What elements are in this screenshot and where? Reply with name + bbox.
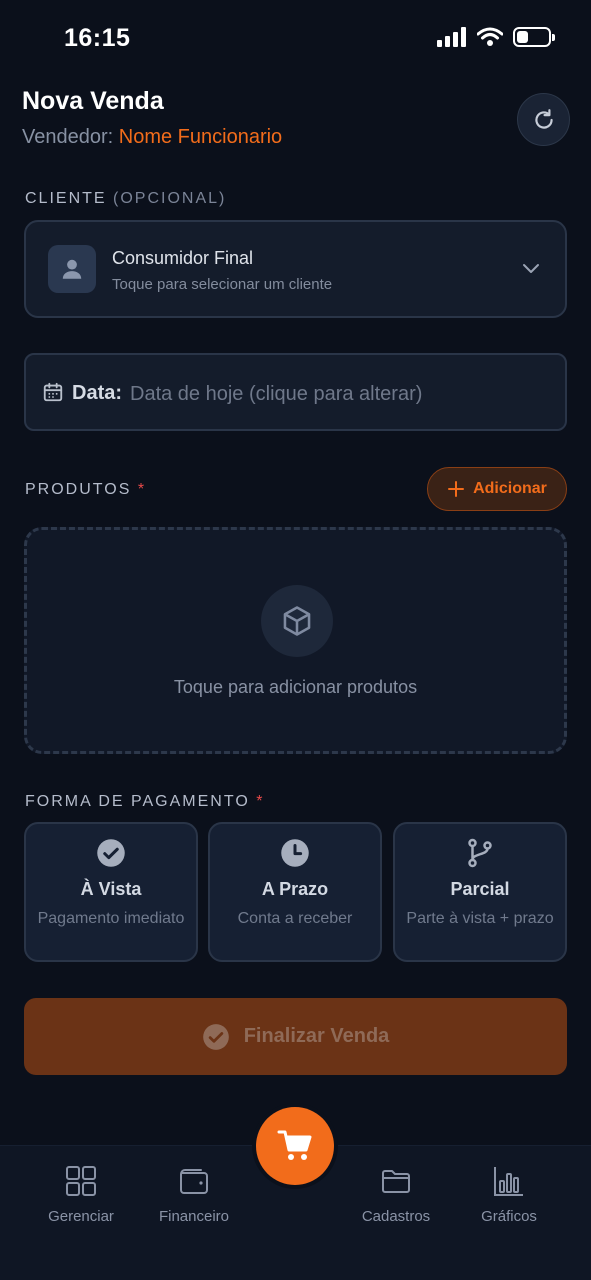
payment-option-subtitle: Conta a receber [237, 910, 353, 927]
grid-icon [66, 1166, 96, 1196]
payment-section-label: FORMA DE PAGAMENTO * [25, 793, 265, 810]
box-icon [283, 606, 311, 636]
nav-label: Gerenciar [48, 1208, 114, 1225]
client-selector[interactable]: Consumidor Final Toque para selecionar u… [24, 220, 567, 318]
payment-option-title: Parcial [450, 879, 510, 899]
box-icon-container [261, 585, 333, 657]
client-section-label: CLIENTE (OPCIONAL) [25, 190, 227, 207]
nav-item-cadastros[interactable]: Cadastros [341, 1164, 451, 1225]
payment-option-title: À Vista [80, 879, 142, 899]
battery-icon [513, 27, 555, 47]
calendar-icon [43, 382, 63, 402]
add-product-button[interactable]: Adicionar [427, 467, 567, 511]
bar-chart-icon [494, 1167, 523, 1196]
clock-icon [281, 839, 309, 867]
nav-item-financeiro[interactable]: Financeiro [139, 1164, 249, 1225]
nav-item-gerenciar[interactable]: Gerenciar [26, 1164, 136, 1225]
client-name: Consumidor Final [112, 248, 254, 268]
cart-icon [277, 1130, 312, 1160]
products-drop-zone[interactable]: Toque para adicionar produtos [24, 527, 567, 754]
page-title: Nova Venda [22, 87, 164, 115]
status-time: 16:15 [64, 24, 131, 52]
payment-option-parcial[interactable]: Parcial Parte à vista + prazo [393, 822, 567, 962]
date-label: Data: [72, 382, 123, 404]
wifi-icon [477, 27, 503, 46]
products-empty-text: Toque para adicionar produtos [173, 677, 418, 697]
plus-icon [448, 481, 465, 497]
payment-option-a-prazo[interactable]: A Prazo Conta a receber [208, 822, 382, 962]
payment-option-a-vista[interactable]: À Vista Pagamento imediato [24, 822, 198, 962]
nav-item-graficos[interactable]: Gráficos [454, 1164, 564, 1225]
vendor-line: Vendedor: Nome Funcionario [22, 126, 282, 149]
refresh-icon [534, 108, 553, 129]
nav-label: Cadastros [361, 1208, 431, 1225]
add-product-label: Adicionar [473, 480, 547, 497]
finalize-sale-button[interactable]: Finalizar Venda [24, 998, 567, 1075]
date-input[interactable]: Data de hoje (clique para alterar) [130, 383, 422, 406]
status-icons [437, 27, 555, 47]
vendor-name: Nome Funcionario [118, 126, 283, 148]
cart-fab[interactable] [252, 1103, 338, 1189]
check-circle-icon [202, 1023, 229, 1050]
folder-icon [382, 1170, 410, 1193]
client-avatar [48, 245, 96, 293]
nav-label: Gráficos [481, 1208, 537, 1225]
payment-option-subtitle: Pagamento imediato [37, 910, 185, 927]
nav-label: Financeiro [158, 1208, 230, 1225]
payment-option-title: A Prazo [261, 879, 329, 899]
vendor-label: Vendedor: [22, 126, 114, 148]
products-section-label: PRODUTOS * [25, 481, 147, 498]
finalize-label: Finalizar Venda [243, 1025, 390, 1047]
chevron-down-icon [523, 264, 539, 273]
check-circle-icon [97, 839, 125, 867]
client-hint: Toque para selecionar um cliente [112, 276, 333, 293]
wallet-icon [180, 1169, 208, 1194]
payment-option-subtitle: Parte à vista + prazo [406, 910, 554, 927]
date-field[interactable]: Data: Data de hoje (clique para alterar) [24, 353, 567, 431]
user-icon [62, 259, 82, 279]
refresh-button[interactable] [517, 93, 570, 146]
branch-icon [468, 838, 492, 868]
signal-icon [437, 27, 466, 47]
